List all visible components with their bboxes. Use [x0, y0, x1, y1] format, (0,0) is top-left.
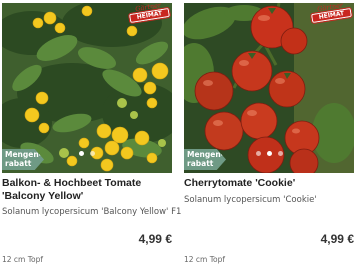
red-tomato-photo [184, 3, 354, 173]
carousel-dot[interactable] [90, 151, 95, 156]
carousel-dot[interactable] [79, 151, 84, 156]
carousel-dots [2, 151, 172, 156]
yellow-tomato-photo [2, 3, 172, 173]
carousel-dot[interactable] [277, 151, 283, 156]
product-price: 4,99 € [320, 232, 354, 246]
product-title[interactable]: Cherrytomate 'Cookie' [184, 177, 356, 190]
product-image[interactable] [184, 3, 354, 173]
carousel-dots [184, 151, 354, 156]
product-image[interactable] [2, 3, 172, 173]
product-title[interactable]: Balkon- & Hochbeet Tomate 'Balcony Yello… [2, 177, 174, 203]
carousel-dot[interactable] [266, 151, 272, 156]
pot-size: 12 cm Topf [2, 255, 44, 264]
carousel-dot[interactable] [255, 151, 261, 156]
product-card[interactable]: Gärtner HEIMAT Mengen- rabatt Balkon- & … [2, 0, 182, 270]
product-botanical-name: Solanum lycopersicum 'Balcony Yellow' F1 [2, 207, 182, 217]
product-botanical-name: Solanum lycopersicum 'Cookie' [184, 195, 317, 205]
product-price: 4,99 € [138, 232, 172, 246]
pot-size: 12 cm Topf [184, 255, 226, 264]
product-card[interactable]: Gärtner HEIMAT Mengen- rabatt Cherrytoma… [184, 0, 354, 270]
